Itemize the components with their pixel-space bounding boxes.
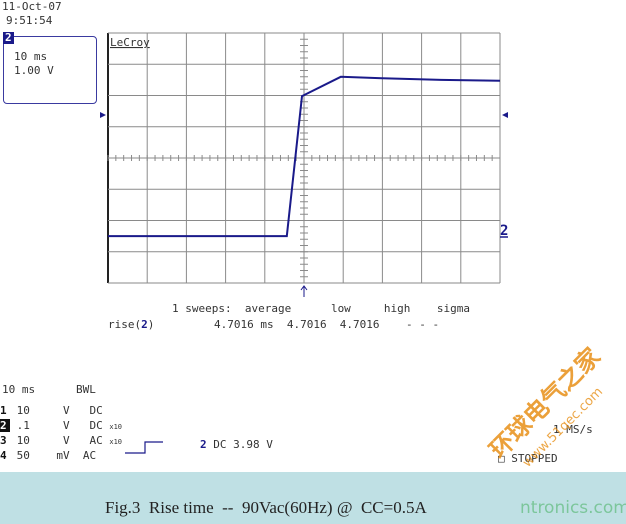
- figure-caption: Fig.3 Rise time -- 90Vac(60Hz) @ CC=0.5A: [105, 498, 427, 517]
- trigger-readout: 2 DC 3.98 V: [200, 438, 273, 451]
- channel-row-4[interactable]: 4 50 mV AC: [0, 449, 96, 462]
- measurement-header: 1 sweeps: average low high sigma: [172, 302, 471, 315]
- bwl-label: BWL: [76, 383, 96, 396]
- measurement-row: rise(2) 4.7016 ms 4.7016 4.7016 - - -: [108, 318, 439, 331]
- probe-x10-icon: x10: [109, 438, 123, 446]
- probe-x10-icon: x10: [109, 423, 123, 431]
- channel-row-1[interactable]: 1 10 V DC: [0, 404, 109, 417]
- rising-edge-trigger-icon: [125, 441, 163, 454]
- param-name: rise(: [108, 318, 142, 331]
- param-channel: 2: [141, 318, 148, 331]
- right-ref-marker-icon: [502, 112, 508, 118]
- watermark-site: ntronics.com: [520, 498, 626, 518]
- scope-display: LeCroy 2: [100, 32, 508, 297]
- channel-row-3[interactable]: 3 10 V AC x10: [0, 434, 122, 447]
- left-ref-marker-icon: [100, 112, 106, 118]
- trigger-position-arrow-icon: [300, 285, 308, 297]
- param-values: 4.7016 ms 4.7016 4.7016 - - -: [154, 318, 440, 331]
- lecroy-logo: LeCroy: [110, 36, 150, 49]
- graticule: [107, 32, 501, 284]
- channel-row-2[interactable]: 2 .1 V DC x10: [0, 419, 122, 432]
- footer-timebase: 10 ms: [2, 383, 36, 396]
